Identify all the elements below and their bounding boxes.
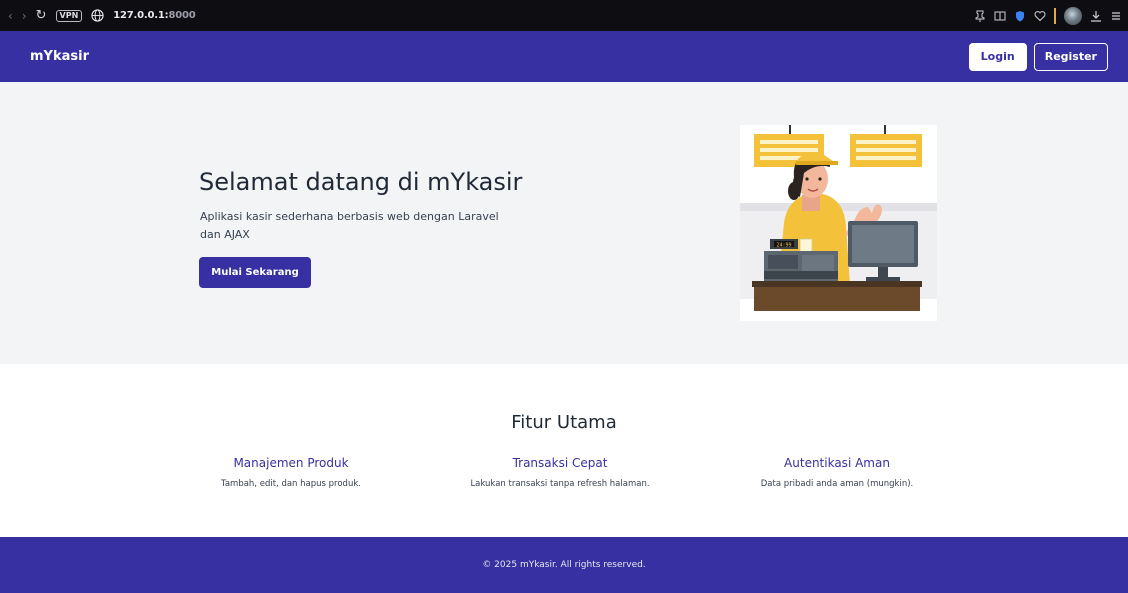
toolbar-divider — [1054, 7, 1056, 24]
feature-title: Transaksi Cepat — [512, 456, 608, 470]
hero-section: Selamat datang di mYkasir Aplikasi kasir… — [0, 82, 1128, 364]
site-footer: © 2025 mYkasir. All rights reserved. — [0, 537, 1128, 593]
reload-icon[interactable]: ↻ — [36, 8, 47, 23]
download-icon[interactable] — [1090, 10, 1102, 22]
site-navbar: mYkasir Login Register — [0, 31, 1128, 82]
feature-card-secure-auth: Autentikasi Aman Data pribadi anda aman … — [717, 456, 957, 489]
feature-card-product-management: Manajemen Produk Tambah, edit, dan hapus… — [171, 456, 411, 489]
url-port: 8000 — [168, 10, 196, 21]
feature-title: Autentikasi Aman — [784, 456, 890, 470]
address-bar[interactable]: 127.0.0.1:8000 — [113, 10, 195, 21]
hero-subtitle: Aplikasi kasir sederhana berbasis web de… — [200, 210, 499, 241]
menu-icon[interactable] — [1110, 10, 1122, 22]
pin-icon[interactable] — [974, 10, 986, 22]
profile-avatar[interactable] — [1064, 6, 1082, 25]
feature-title: Manajemen Produk — [233, 456, 349, 470]
url-host: 127.0.0.1: — [113, 10, 169, 21]
auth-actions: Login Register — [968, 42, 1108, 71]
register-button[interactable]: Register — [1033, 42, 1108, 71]
forward-icon[interactable]: › — [22, 9, 27, 23]
shield-icon[interactable] — [1014, 10, 1026, 22]
features-heading: Fitur Utama — [511, 412, 617, 433]
copyright-text: © 2025 mYkasir. All rights reserved. — [482, 560, 646, 570]
feature-card-fast-transactions: Transaksi Cepat Lakukan transaksi tanpa … — [440, 456, 680, 489]
heart-icon[interactable] — [1034, 10, 1046, 22]
vpn-badge[interactable]: VPN — [55, 9, 83, 22]
hero-title: Selamat datang di mYkasir — [199, 168, 523, 196]
feature-description: Tambah, edit, dan hapus produk. — [221, 479, 361, 489]
cashier-illustration-svg: 24:99 — [740, 125, 937, 321]
split-view-icon[interactable] — [994, 10, 1006, 22]
register-display: 24:99 — [776, 243, 791, 249]
feature-description: Data pribadi anda aman (mungkin). — [760, 479, 914, 489]
get-started-button[interactable]: Mulai Sekarang — [199, 257, 311, 288]
browser-toolbar: ‹ › ↻ VPN 127.0.0.1:8000 — [0, 0, 1128, 31]
cashier-illustration: 24:99 — [740, 125, 937, 321]
login-button[interactable]: Login — [968, 42, 1027, 71]
feature-description: Lakukan transaksi tanpa refresh halaman. — [470, 479, 650, 489]
globe-icon — [91, 9, 104, 22]
back-icon[interactable]: ‹ — [8, 9, 13, 23]
browser-extensions — [974, 0, 1122, 31]
browser-nav: ‹ › ↻ VPN 127.0.0.1:8000 — [8, 8, 196, 23]
brand-logo-text[interactable]: mYkasir — [30, 49, 89, 64]
